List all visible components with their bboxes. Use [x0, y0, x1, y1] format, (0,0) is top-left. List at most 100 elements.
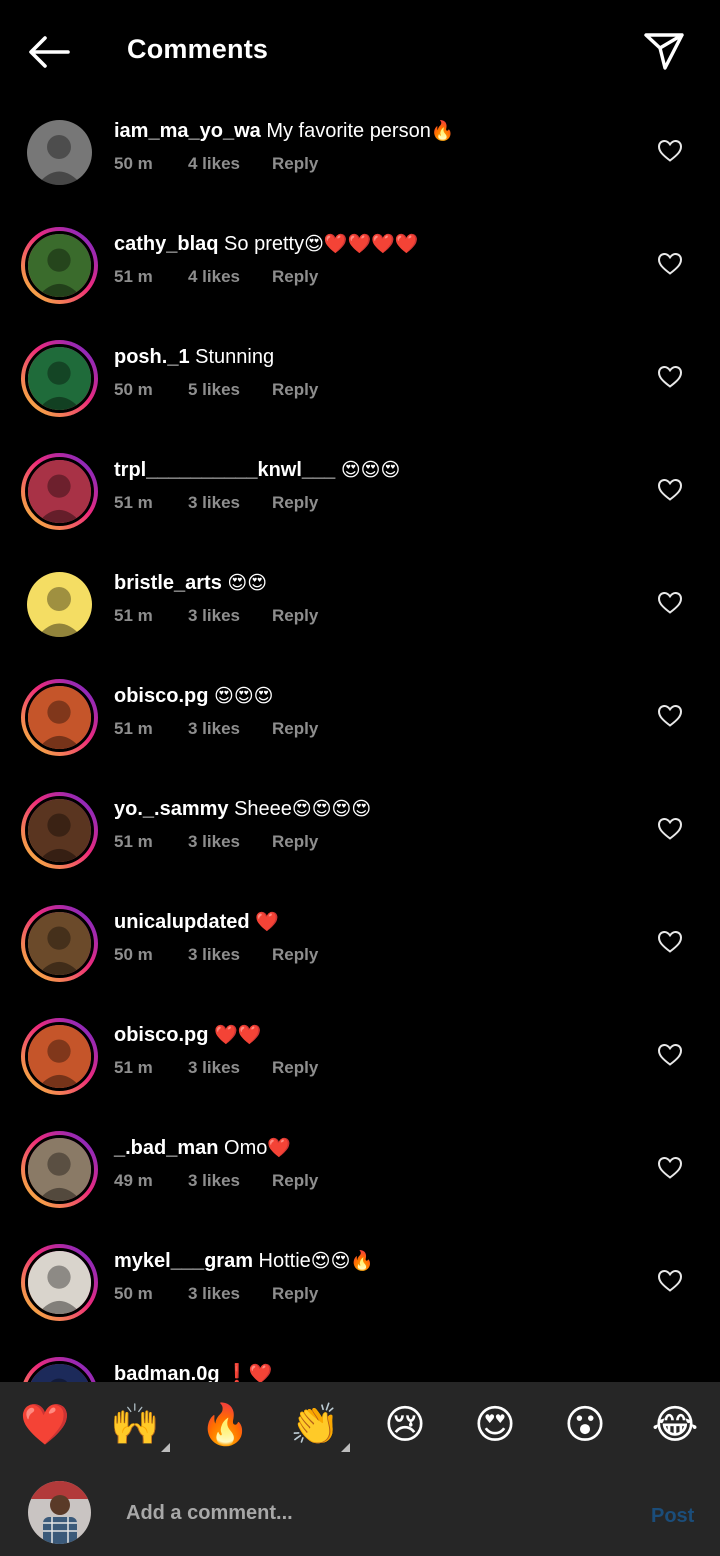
- emoji-reaction-button[interactable]: 👏: [290, 1400, 350, 1452]
- comment-username[interactable]: posh._1: [114, 346, 190, 368]
- comment-likes[interactable]: 3 likes: [188, 719, 272, 739]
- emoji-reaction-button[interactable]: 🔥: [200, 1400, 250, 1450]
- comment-meta: 50 m 3 likes Reply: [114, 945, 318, 965]
- comment-username[interactable]: obisco.pg: [114, 685, 208, 707]
- comment-likes[interactable]: 3 likes: [188, 1058, 272, 1078]
- comment-likes[interactable]: 5 likes: [188, 380, 272, 400]
- comment-avatar[interactable]: [21, 1244, 98, 1321]
- comment-meta: 50 m 4 likes Reply: [114, 154, 318, 174]
- emoji-glyph: 😍: [474, 1403, 516, 1447]
- reply-button[interactable]: Reply: [272, 1171, 318, 1191]
- comment-username[interactable]: mykel___gram: [114, 1250, 253, 1272]
- current-user-avatar: [28, 1481, 91, 1544]
- comment-text: badman.0g ❗❤️: [114, 1362, 272, 1382]
- reply-button[interactable]: Reply: [272, 380, 318, 400]
- comment-item[interactable]: mykel___gram Hottie😍😍🔥 50 m 3 likes Reply: [0, 1244, 720, 1357]
- comment-avatar[interactable]: [21, 566, 98, 643]
- comment-item[interactable]: iam_ma_yo_wa My favorite person🔥 50 m 4 li…: [0, 114, 720, 227]
- comment-item[interactable]: _.bad_man Omo❤️ 49 m 3 likes Reply: [0, 1131, 720, 1244]
- reply-button[interactable]: Reply: [272, 606, 318, 626]
- comment-likes[interactable]: 4 likes: [188, 154, 272, 174]
- avatar-image: [25, 231, 94, 300]
- share-button[interactable]: [640, 28, 688, 74]
- comment-likes[interactable]: 4 likes: [188, 267, 272, 287]
- comment-emoji: ❗❤️: [225, 1364, 273, 1382]
- comment-avatar[interactable]: [21, 905, 98, 982]
- like-heart-icon[interactable]: [657, 139, 683, 163]
- comment-username[interactable]: obisco.pg: [114, 1024, 208, 1046]
- reply-button[interactable]: Reply: [272, 945, 318, 965]
- like-heart-icon[interactable]: [657, 930, 683, 954]
- emoji-reaction-button[interactable]: ❤️: [20, 1400, 70, 1450]
- back-button[interactable]: [26, 30, 72, 74]
- comment-item[interactable]: obisco.pg 😍😍😍 51 m 3 likes Reply: [0, 679, 720, 792]
- comment-avatar[interactable]: [21, 453, 98, 530]
- comment-item[interactable]: bristle_arts 😍😍 51 m 3 likes Reply: [0, 566, 720, 679]
- comment-item[interactable]: badman.0g ❗❤️: [0, 1357, 720, 1382]
- comment-avatar[interactable]: [21, 340, 98, 417]
- reply-button[interactable]: Reply: [272, 1058, 318, 1078]
- like-heart-icon[interactable]: [657, 591, 683, 615]
- comment-username[interactable]: trpl__________knwl___: [114, 459, 335, 481]
- comment-time: 50 m: [114, 380, 153, 399]
- comment-avatar[interactable]: [21, 1018, 98, 1095]
- comment-emoji: ❤️: [255, 912, 279, 933]
- reply-button[interactable]: Reply: [272, 1284, 318, 1304]
- comment-item[interactable]: obisco.pg ❤️❤️ 51 m 3 likes Reply: [0, 1018, 720, 1131]
- emoji-reaction-button[interactable]: 😮: [560, 1400, 610, 1450]
- comment-item[interactable]: posh._1 Stunning 50 m 5 likes Reply: [0, 340, 720, 453]
- comment-username[interactable]: yo._.sammy: [114, 798, 229, 820]
- like-heart-icon[interactable]: [657, 365, 683, 389]
- comment-avatar[interactable]: [21, 227, 98, 304]
- comment-item[interactable]: yo._.sammy Sheee😍😍😍😍 51 m 3 likes Reply: [0, 792, 720, 905]
- comment-item[interactable]: unicalupdated ❤️ 50 m 3 likes Reply: [0, 905, 720, 1018]
- like-heart-icon[interactable]: [657, 1156, 683, 1180]
- reply-button[interactable]: Reply: [272, 154, 318, 174]
- comment-item[interactable]: trpl__________knwl___ 😍😍😍 51 m 3 likes Repl…: [0, 453, 720, 566]
- reply-button[interactable]: Reply: [272, 832, 318, 852]
- like-heart-icon[interactable]: [657, 1269, 683, 1293]
- comment-username[interactable]: bristle_arts: [114, 572, 222, 594]
- comment-body: Sheee: [234, 798, 292, 820]
- comment-username[interactable]: cathy_blaq: [114, 233, 218, 255]
- comment-avatar[interactable]: [21, 679, 98, 756]
- comment-avatar[interactable]: [21, 792, 98, 869]
- comment-input[interactable]: [126, 1498, 616, 1528]
- comment-emoji: 🔥: [430, 121, 455, 142]
- comment-text: mykel___gram Hottie😍😍🔥: [114, 1249, 374, 1274]
- reply-button[interactable]: Reply: [272, 493, 318, 513]
- comment-avatar[interactable]: [21, 114, 98, 191]
- comment-body: Hottie: [258, 1250, 311, 1272]
- like-heart-icon[interactable]: [657, 1043, 683, 1067]
- emoji-reaction-button[interactable]: 🙌: [110, 1400, 170, 1452]
- emoji-reaction-button[interactable]: 😢: [380, 1400, 430, 1450]
- comments-list[interactable]: iam_ma_yo_wa My favorite person🔥 50 m 4 li…: [0, 104, 720, 1382]
- comment-avatar[interactable]: [21, 1131, 98, 1208]
- comment-time: 51 m: [114, 267, 153, 286]
- emoji-reaction-button[interactable]: 😍: [470, 1400, 520, 1450]
- reply-button[interactable]: Reply: [272, 719, 318, 739]
- comment-item[interactable]: cathy_blaq So pretty😍❤️❤️❤️❤️ 51 m 4 likes…: [0, 227, 720, 340]
- emoji-glyph: 😮: [564, 1403, 606, 1447]
- comment-username[interactable]: badman.0g: [114, 1363, 220, 1382]
- comment-likes[interactable]: 3 likes: [188, 606, 272, 626]
- comment-username[interactable]: unicalupdated: [114, 911, 250, 933]
- comment-username[interactable]: _.bad_man: [114, 1137, 218, 1159]
- like-heart-icon[interactable]: [657, 704, 683, 728]
- like-heart-icon[interactable]: [657, 478, 683, 502]
- emoji-reaction-button[interactable]: 😂: [650, 1400, 700, 1450]
- comment-text: trpl__________knwl___ 😍😍😍: [114, 458, 400, 483]
- like-heart-icon[interactable]: [657, 252, 683, 276]
- comment-likes[interactable]: 3 likes: [188, 945, 272, 965]
- comment-username[interactable]: iam_ma_yo_wa: [114, 120, 261, 142]
- reply-button[interactable]: Reply: [272, 267, 318, 287]
- like-heart-icon[interactable]: [657, 817, 683, 841]
- post-button[interactable]: Post: [651, 1505, 694, 1528]
- comment-likes[interactable]: 3 likes: [188, 832, 272, 852]
- comment-likes[interactable]: 3 likes: [188, 1171, 272, 1191]
- avatar-image: [25, 344, 94, 413]
- comment-avatar[interactable]: [21, 1357, 98, 1382]
- comment-likes[interactable]: 3 likes: [188, 493, 272, 513]
- comment-likes[interactable]: 3 likes: [188, 1284, 272, 1304]
- comment-text: cathy_blaq So pretty😍❤️❤️❤️❤️: [114, 232, 419, 257]
